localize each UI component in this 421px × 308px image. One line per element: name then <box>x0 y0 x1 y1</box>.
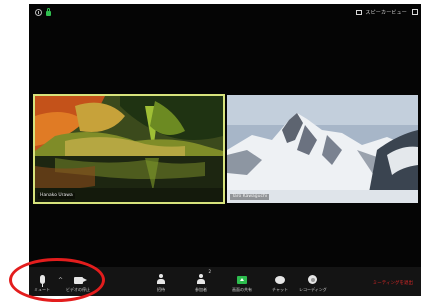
grid-view-icon <box>356 10 363 15</box>
video-tile-active-speaker[interactable]: Hanako Urawa <box>33 94 225 204</box>
snowy-mountain-video <box>227 95 418 203</box>
fullscreen-icon[interactable] <box>412 9 418 15</box>
autumn-lake-video <box>35 96 223 202</box>
participants-button[interactable]: 2 参加者 <box>195 269 211 292</box>
encryption-lock-icon[interactable] <box>46 8 51 16</box>
invite-label: 招待 <box>157 287 165 292</box>
speaker-view-button[interactable]: スピーカービュー <box>356 8 407 17</box>
record-button[interactable]: レコーディング <box>299 270 327 292</box>
record-label: レコーディング <box>299 287 327 292</box>
share-screen-button[interactable]: 画面の共有 <box>232 270 252 292</box>
chat-label: チャット <box>272 287 288 292</box>
participants-label: 参加者 <box>195 287 207 292</box>
share-screen-label: 画面の共有 <box>232 287 252 292</box>
participants-count: 2 <box>208 269 211 274</box>
annotation-highlight-ring <box>9 258 105 302</box>
invite-button[interactable]: 招待 <box>156 270 166 292</box>
chat-button[interactable]: チャット <box>272 270 288 292</box>
participant-name-label: Hanako Urawa <box>38 193 75 199</box>
chat-bubble-icon <box>274 276 285 284</box>
meeting-window: スピーカービュー Hanako Urawa Taro Kawaguchi ミュー… <box>29 4 421 296</box>
record-icon <box>308 275 318 284</box>
share-screen-icon <box>237 276 247 284</box>
info-icon[interactable] <box>35 9 42 16</box>
invite-person-icon <box>156 274 166 284</box>
participants-icon <box>196 274 206 284</box>
video-tile[interactable]: Taro Kawaguchi <box>227 95 418 203</box>
speaker-view-label: スピーカービュー <box>365 10 407 16</box>
top-left-indicators <box>35 8 51 16</box>
participant-name-label: Taro Kawaguchi <box>230 194 270 200</box>
leave-meeting-button[interactable]: ミーティングを退出 <box>373 280 413 286</box>
